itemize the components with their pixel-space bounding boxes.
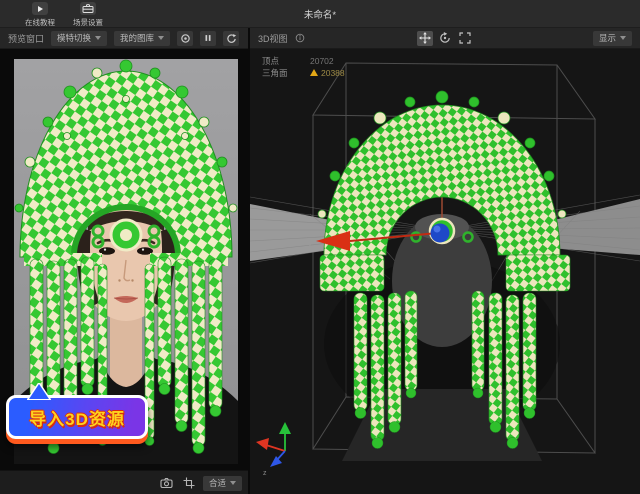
main-area: 预览窗口 模特切换 我的图库 [0, 28, 640, 494]
capture-icon [180, 33, 191, 44]
app-window: 在线教程 场景设置 未命名* 预览窗口 模特切换 [0, 0, 640, 494]
import-3d-assets-label: 导入3D资源 [29, 405, 125, 430]
faces-value: 20388 [321, 67, 345, 79]
import-3d-assets-button[interactable]: 导入3D资源 [6, 395, 148, 439]
faces-stat: 三角面 20388 [262, 67, 345, 79]
viewport-panel: 3D视图 [250, 28, 640, 494]
model-switch-label: 模特切换 [57, 32, 91, 44]
chevron-down-icon [230, 481, 236, 485]
move-tool-button[interactable] [417, 31, 433, 46]
preview-panel-header: 预览窗口 模特切换 我的图库 [0, 28, 248, 49]
preview-panel-title: 预览窗口 [8, 32, 44, 45]
display-label: 显示 [599, 32, 616, 44]
info-icon[interactable] [295, 33, 305, 43]
model-switch-dropdown[interactable]: 模特切换 [51, 31, 107, 46]
rotate-tool-button[interactable] [437, 31, 453, 46]
mesh-stats: 顶点 20702 三角面 20388 [262, 55, 345, 79]
camera-icon [160, 477, 173, 489]
vertices-value: 20702 [310, 55, 334, 67]
preview-bottom-bar: 合适 [0, 470, 248, 494]
camera-button[interactable] [159, 476, 175, 491]
viewport-toolbar [417, 31, 473, 46]
rotate-icon [439, 32, 451, 44]
vertices-stat: 顶点 20702 [262, 55, 345, 67]
document-title: 未命名* [0, 7, 640, 21]
viewport-canvas[interactable]: x z [250, 49, 640, 494]
pause-icon [203, 33, 213, 43]
viewport-panel-header: 3D视图 [250, 28, 640, 49]
z-axis-label: z [263, 470, 267, 477]
pause-button[interactable] [200, 31, 216, 46]
display-dropdown[interactable]: 显示 [593, 31, 632, 46]
chevron-down-icon [620, 36, 626, 40]
refresh-icon [226, 33, 237, 44]
top-bar: 在线教程 场景设置 未命名* [0, 0, 640, 28]
capture-button[interactable] [177, 31, 193, 46]
callout-pointer [27, 383, 51, 400]
3d-scene[interactable]: x z [250, 49, 640, 494]
x-axis-label: x [308, 243, 312, 250]
my-gallery-dropdown[interactable]: 我的图库 [114, 31, 170, 46]
crop-button[interactable] [181, 476, 197, 491]
preview-body: 导入3D资源 [0, 49, 248, 471]
crop-icon [183, 477, 195, 489]
warning-icon [310, 69, 318, 76]
vertices-label: 顶点 [262, 55, 310, 67]
preview-panel: 预览窗口 模特切换 我的图库 [0, 28, 248, 494]
chevron-down-icon [158, 36, 164, 40]
fit-label: 合适 [209, 477, 226, 489]
fullscreen-icon [459, 32, 471, 44]
my-gallery-label: 我的图库 [120, 32, 154, 44]
refresh-button[interactable] [223, 31, 239, 46]
viewport-panel-title: 3D视图 [258, 32, 288, 45]
move-icon [419, 32, 431, 44]
fit-dropdown[interactable]: 合适 [203, 476, 242, 491]
pivot-sphere[interactable] [431, 224, 450, 243]
fullscreen-button[interactable] [457, 31, 473, 46]
chevron-down-icon [95, 36, 101, 40]
faces-label: 三角面 [262, 67, 310, 79]
